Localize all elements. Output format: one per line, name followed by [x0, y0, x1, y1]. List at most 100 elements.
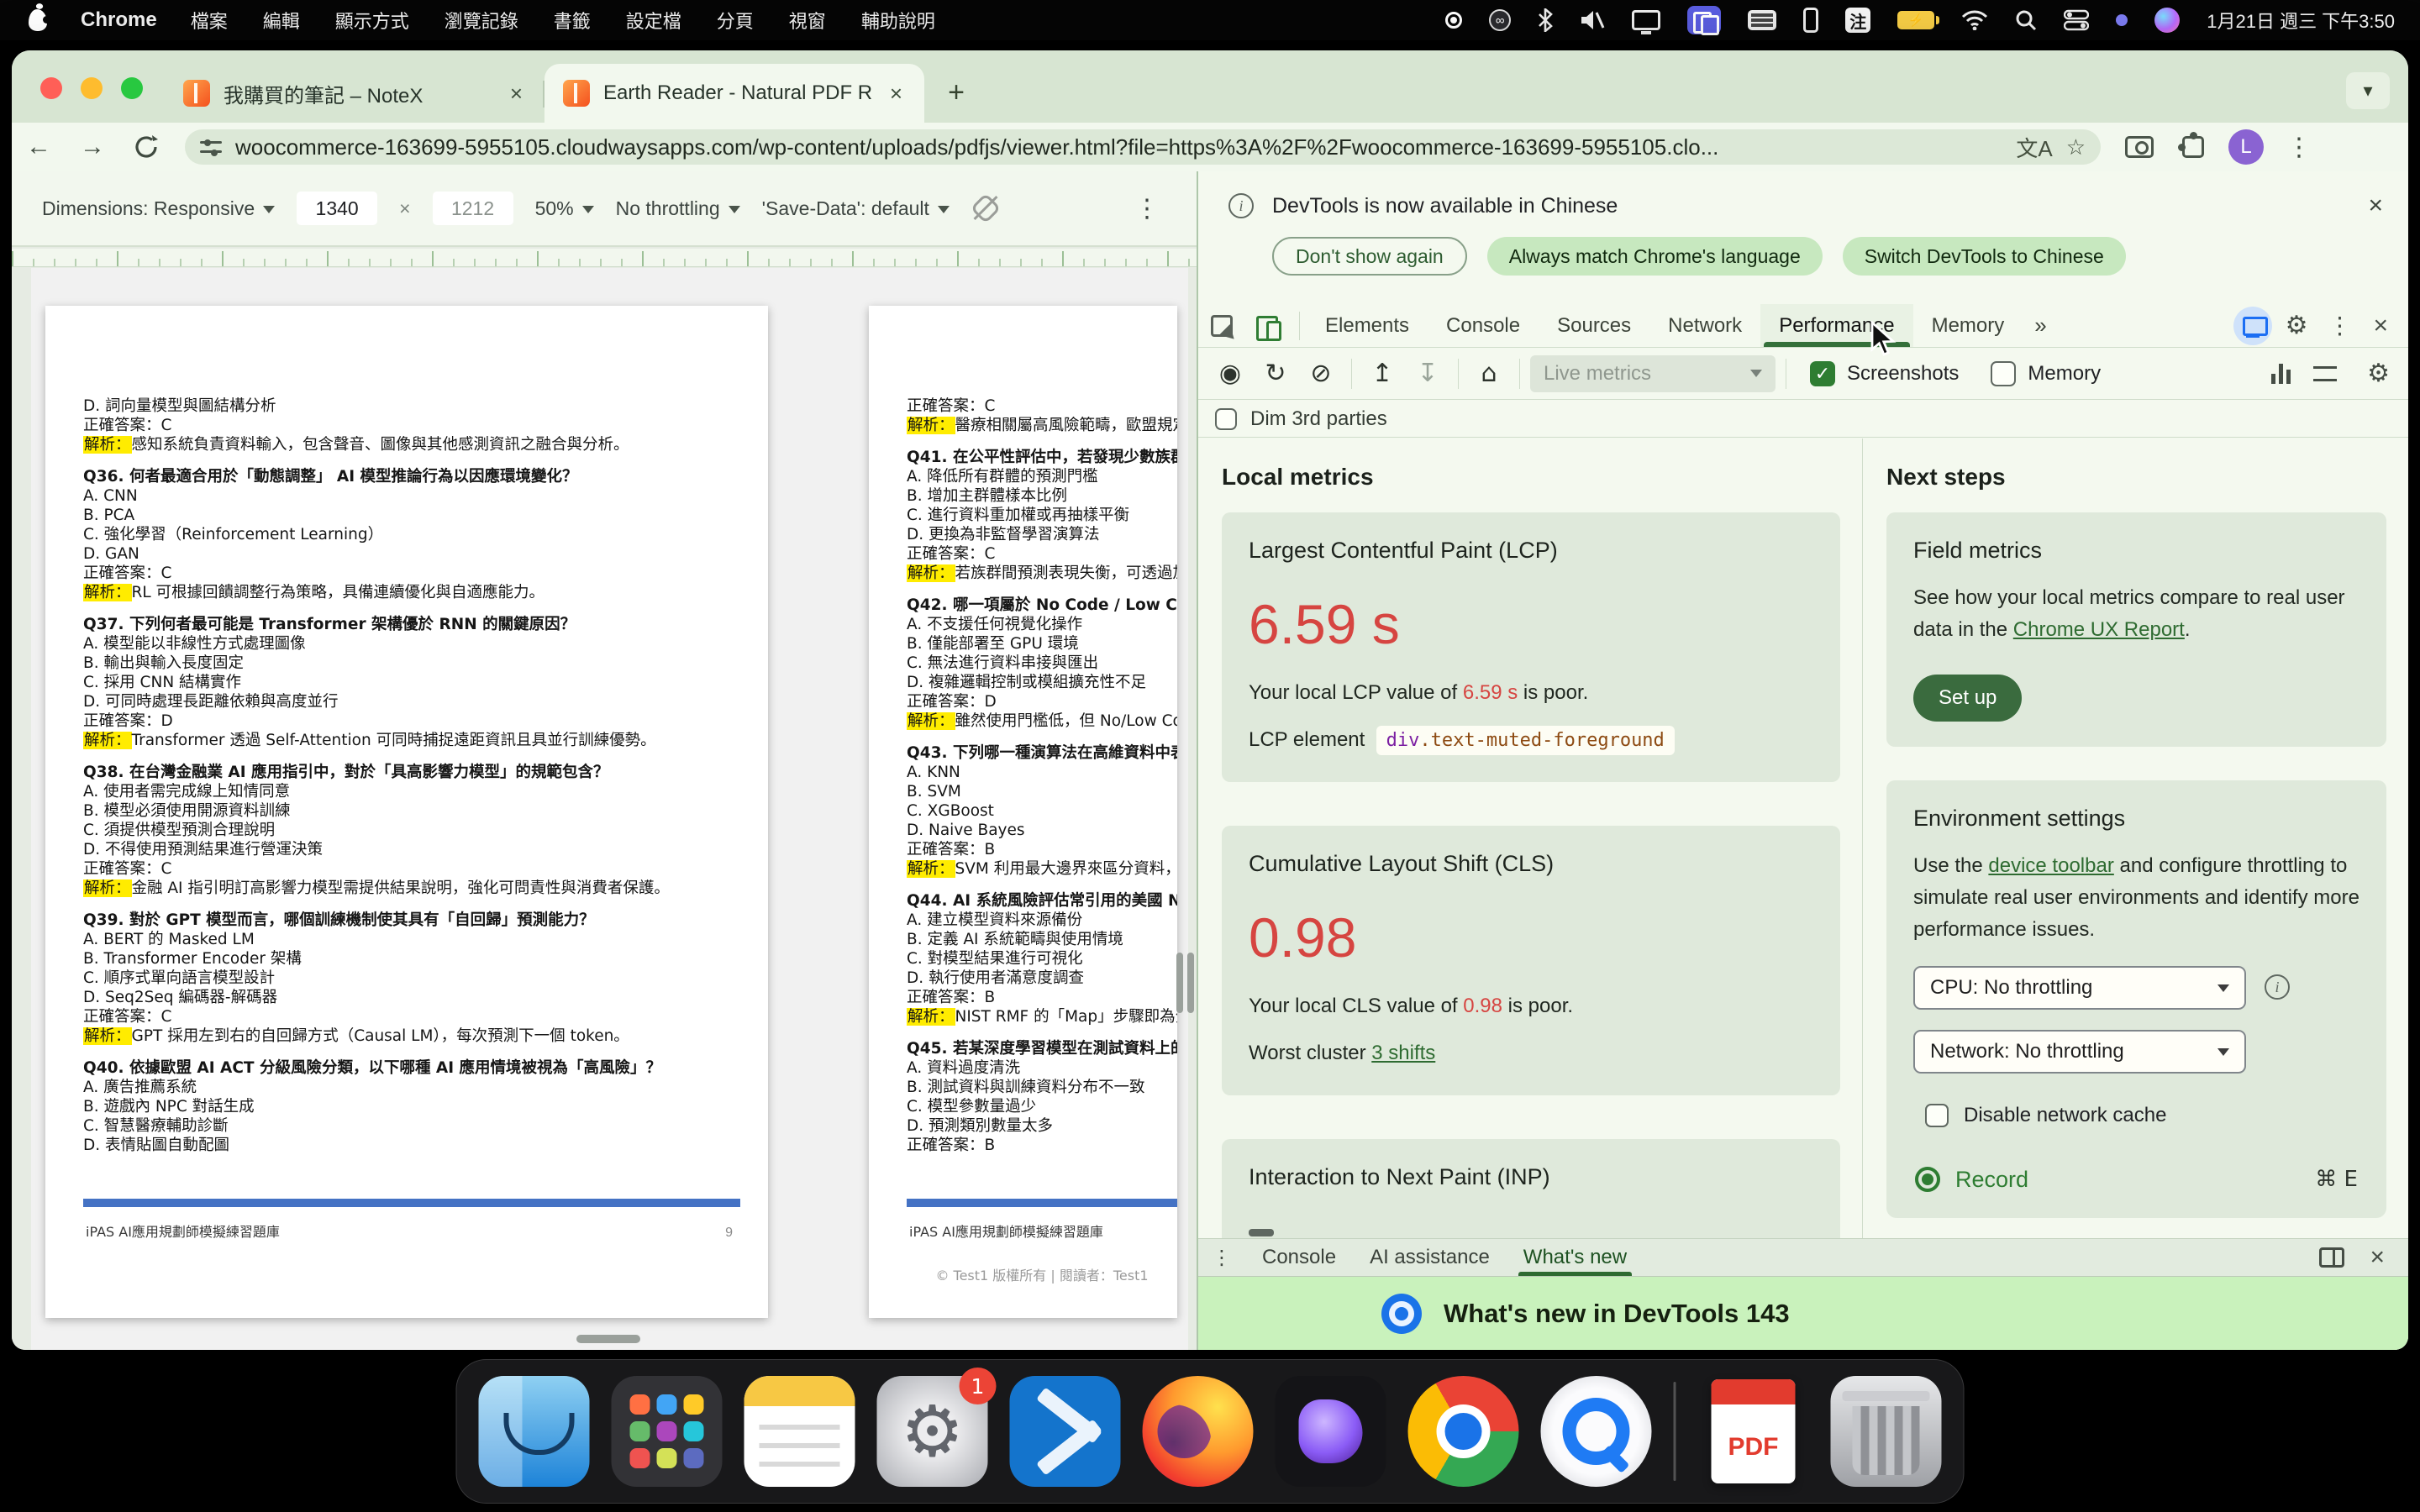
iphone-mirroring-icon[interactable]	[1803, 8, 1818, 33]
tab-close-icon[interactable]: ×	[886, 81, 906, 107]
menubar-menu-item[interactable]: 檔案	[191, 7, 228, 34]
dim-third-parties-label[interactable]: Dim 3rd parties	[1250, 407, 1387, 431]
cpu-throttling-select[interactable]: CPU: No throttling	[1913, 966, 2246, 1010]
settings-gear-icon[interactable]: ⚙	[2279, 311, 2315, 340]
notes-dock-icon[interactable]	[744, 1376, 855, 1487]
control-center-icon[interactable]	[2064, 9, 2089, 31]
chrome-dock-icon[interactable]	[1408, 1376, 1519, 1487]
reload-button[interactable]	[119, 129, 173, 165]
switch-chinese-button[interactable]: Switch DevTools to Chinese	[1843, 237, 2126, 276]
keyboard-brightness-icon[interactable]	[1748, 10, 1776, 30]
shifts-link[interactable]: 3 shifts	[1371, 1042, 1435, 1064]
tab-close-icon[interactable]: ×	[507, 81, 526, 107]
close-drawer-icon[interactable]: ×	[2361, 1243, 2393, 1272]
trash-dock-icon[interactable]	[1831, 1376, 1942, 1487]
devtools-menu-icon[interactable]: ⋮	[2321, 312, 2358, 339]
profile-avatar[interactable]: L	[2228, 129, 2264, 165]
zoom-select[interactable]: 50%	[535, 197, 594, 220]
match-language-button[interactable]: Always match Chrome's language	[1487, 237, 1823, 276]
minimize-window-button[interactable]	[81, 77, 103, 99]
set-up-button[interactable]: Set up	[1913, 675, 2022, 722]
browser-tab[interactable]: Earth Reader - Natural PDF Re ×	[544, 64, 924, 123]
devtools-tab[interactable]: Memory	[1913, 304, 2023, 347]
toggle-device-toolbar-icon[interactable]	[1256, 316, 1281, 336]
apple-icon[interactable]	[29, 9, 47, 31]
site-settings-icon[interactable]	[200, 139, 222, 155]
split-panel-icon[interactable]	[2319, 1247, 2344, 1268]
system-settings-dock-icon[interactable]: ⚙ 1	[877, 1376, 988, 1487]
device-toolbar-menu-icon[interactable]: ⋮	[1128, 194, 1166, 223]
lcp-element-code[interactable]: div.text-muted-foreground	[1376, 726, 1675, 755]
pdf-document-dock-icon[interactable]	[1698, 1376, 1809, 1487]
menubar-app-name[interactable]: Chrome	[81, 8, 157, 32]
capture-settings-gear-icon[interactable]: ⚙	[2360, 359, 2396, 388]
capture-settings-sliders-icon[interactable]	[2313, 365, 2337, 383]
close-window-button[interactable]	[40, 77, 62, 99]
menubar-menu-item[interactable]: 瀏覽記錄	[445, 7, 518, 34]
extensions-icon[interactable]	[2182, 136, 2204, 158]
record-bar[interactable]: Record ⌘ E	[1886, 1141, 2386, 1218]
translate-icon[interactable]: 文A	[2016, 132, 2052, 163]
accessibility-dot-icon[interactable]	[2116, 14, 2128, 26]
cpu-info-icon[interactable]: i	[2265, 974, 2290, 1000]
device-toolbar-link[interactable]: device toolbar	[1988, 854, 2113, 877]
adobe-cc-icon[interactable]: ∞	[1489, 9, 1511, 31]
quicktime-dock-icon[interactable]	[1541, 1376, 1652, 1487]
viewport-height-input[interactable]: 1212	[433, 192, 513, 225]
record-and-reload-icon[interactable]: ↻	[1255, 354, 1296, 394]
tab-search-chevron-icon[interactable]: ▾	[2346, 72, 2390, 109]
input-method-icon[interactable]: 注	[1845, 8, 1870, 33]
battery-icon[interactable]: ⚡	[1897, 11, 1934, 29]
siri-icon[interactable]	[2154, 8, 2180, 33]
home-icon[interactable]: ⌂	[1469, 354, 1509, 394]
menubar-clock[interactable]: 1月21日 週三 下午3:50	[2207, 7, 2395, 34]
close-devtools-icon[interactable]: ×	[2365, 312, 2396, 340]
url-text[interactable]: woocommerce-163699-5955105.cloudwaysapps…	[235, 134, 2002, 160]
menubar-menu-item[interactable]: 視窗	[789, 7, 826, 34]
screencast-icon[interactable]	[2233, 307, 2272, 345]
screen-rotation-icon[interactable]	[971, 194, 1000, 223]
menubar-menu-item[interactable]: 分頁	[717, 7, 754, 34]
dont-show-again-button[interactable]: Don't show again	[1272, 237, 1467, 276]
load-profile-icon[interactable]: ↥	[1362, 354, 1402, 394]
devtools-tab[interactable]: Console	[1428, 304, 1539, 347]
screen-record-icon[interactable]	[1445, 12, 1462, 29]
more-tabs-chevron-icon[interactable]: »	[2023, 312, 2058, 339]
address-bar[interactable]: woocommerce-163699-5955105.cloudwaysapps…	[185, 129, 2101, 165]
viewport-resize-handle-right[interactable]	[1176, 953, 1195, 1013]
clear-icon[interactable]: ⊘	[1301, 354, 1341, 394]
devtools-tab[interactable]: Sources	[1539, 304, 1649, 347]
viewport-width-input[interactable]: 1340	[297, 192, 377, 225]
finder-dock-icon[interactable]	[479, 1376, 590, 1487]
vscode-dock-icon[interactable]	[1010, 1376, 1121, 1487]
mute-icon[interactable]	[1580, 9, 1605, 31]
devtools-tab[interactable]: Network	[1649, 304, 1760, 347]
pdf-viewer[interactable]: D. 詞向量模型與圖結構分析正確答案：C解析：感知系統負責資料輸入，包含聲音、圖…	[31, 268, 1188, 1350]
ai-app-dock-icon[interactable]	[1276, 1376, 1386, 1487]
drawer-tab[interactable]: AI assistance×	[1353, 1239, 1507, 1276]
menubar-menu-item[interactable]: 設定檔	[626, 7, 681, 34]
checkbox-unchecked-icon[interactable]	[1215, 408, 1237, 430]
spotlight-icon[interactable]	[2015, 9, 2037, 31]
infobar-close-icon[interactable]: ×	[2368, 192, 2383, 220]
stats-icon[interactable]	[2271, 364, 2293, 384]
drawer-tab[interactable]: Console×	[1245, 1239, 1353, 1276]
save-data-select[interactable]: 'Save-Data': default	[762, 197, 950, 220]
camera-share-icon[interactable]	[2125, 136, 2154, 158]
browser-tab[interactable]: 我購買的筆記 – NoteX ×	[165, 64, 544, 123]
devtools-tab[interactable]: Elements	[1307, 304, 1428, 347]
screen-mirroring-icon[interactable]	[1687, 6, 1721, 34]
crux-report-link[interactable]: Chrome UX Report	[2013, 618, 2185, 641]
memory-checkbox[interactable]: Memory	[1991, 361, 2101, 386]
menubar-menu-item[interactable]: 顯示方式	[335, 7, 409, 34]
viewport-resize-handle-bottom[interactable]	[576, 1335, 640, 1343]
launchpad-dock-icon[interactable]	[612, 1376, 723, 1487]
live-metrics-select[interactable]: Live metrics	[1530, 355, 1776, 392]
forward-button[interactable]: →	[66, 129, 119, 165]
new-tab-button[interactable]: +	[933, 69, 980, 116]
save-profile-icon[interactable]: ↧	[1407, 354, 1448, 394]
record-icon[interactable]: ◉	[1210, 354, 1250, 394]
wifi-icon[interactable]	[1961, 10, 1988, 30]
bookmark-star-icon[interactable]: ☆	[2066, 134, 2086, 160]
screenshots-checkbox[interactable]: ✓Screenshots	[1810, 361, 1959, 386]
